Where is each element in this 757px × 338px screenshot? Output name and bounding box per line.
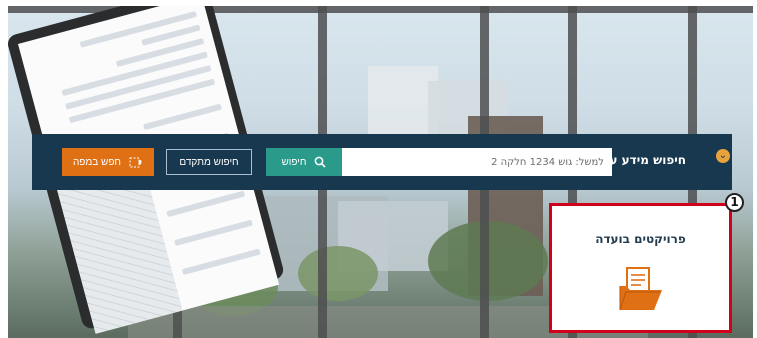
tablet-line: [166, 190, 246, 218]
search-icon: [315, 156, 327, 168]
hero-background: ⌄ חיפוש מידע על חיפוש חיפוש מתקדם חפש במ…: [8, 6, 753, 338]
background-tree: [298, 246, 378, 301]
tablet-map: [56, 165, 183, 334]
card-title: פרויקטים בועדה: [595, 232, 686, 246]
map-search-label: חפש במפה: [72, 156, 122, 168]
advanced-search-label: חיפוש מתקדם: [179, 156, 239, 168]
chevron-down-icon[interactable]: ⌄: [716, 149, 730, 163]
tablet-line: [143, 103, 222, 131]
map-search-button[interactable]: חפש במפה: [62, 148, 154, 176]
search-button-label: חיפוש: [281, 156, 307, 168]
tablet-line: [181, 248, 261, 276]
folder-icon: [619, 267, 662, 311]
search-input[interactable]: [342, 148, 612, 176]
search-button[interactable]: חיפוש: [266, 148, 342, 176]
tablet-line: [174, 219, 253, 247]
advanced-search-button[interactable]: חיפוש מתקדם: [166, 149, 252, 175]
annotation-badge: 1: [725, 193, 744, 212]
committee-projects-card[interactable]: פרויקטים בועדה: [549, 203, 732, 333]
map-pin-icon: [129, 157, 142, 167]
search-bar: ⌄ חיפוש מידע על חיפוש חיפוש מתקדם חפש במ…: [32, 134, 732, 190]
search-label: חיפוש מידע על: [602, 153, 686, 167]
